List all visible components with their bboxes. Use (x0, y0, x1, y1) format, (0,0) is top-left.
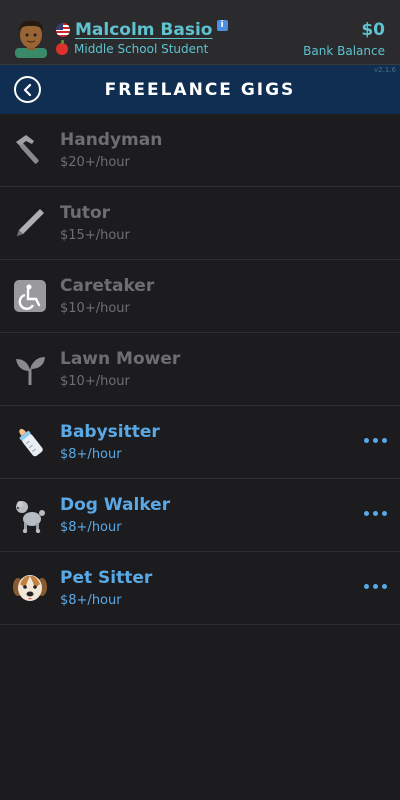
balance-label: Bank Balance (303, 44, 385, 58)
gig-row-handyman[interactable]: Handyman $20+/hour (0, 114, 400, 187)
dog-face-icon (0, 570, 60, 606)
info-icon[interactable]: i (216, 19, 228, 31)
gig-title: Pet Sitter (60, 568, 153, 588)
pencil-icon (0, 205, 60, 241)
gig-rate: $8+/hour (60, 447, 122, 462)
gig-row-tutor[interactable]: Tutor $15+/hour (0, 187, 400, 260)
player-name[interactable]: Malcolm Basio (75, 20, 213, 40)
version-label: v2.1.6 (374, 66, 396, 74)
gig-rate: $15+/hour (60, 228, 130, 243)
title-bar: FREELANCE GIGS (0, 65, 400, 114)
bank-balance: $0 Bank Balance (303, 20, 385, 58)
gig-list: Handyman $20+/hour Tutor $15+/hour Caret (0, 114, 400, 625)
gig-row-caretaker[interactable]: Caretaker $10+/hour (0, 260, 400, 333)
gig-rate: $10+/hour (60, 301, 130, 316)
gig-rate: $10+/hour (60, 374, 130, 389)
wheelchair-icon (0, 278, 60, 314)
gig-rate: $8+/hour (60, 520, 122, 535)
gig-title: Lawn Mower (60, 349, 181, 369)
avatar[interactable] (12, 18, 50, 58)
chevron-left-icon (23, 83, 31, 96)
hammer-icon (0, 132, 60, 168)
gig-row-babysitter[interactable]: Babysitter $8+/hour (0, 406, 400, 479)
back-button[interactable] (14, 76, 41, 103)
gig-row-pet-sitter[interactable]: Pet Sitter $8+/hour (0, 552, 400, 625)
baby-bottle-icon (0, 424, 60, 460)
gig-title: Caretaker (60, 276, 155, 296)
gig-title: Handyman (60, 130, 163, 150)
gig-row-lawn-mower[interactable]: Lawn Mower $10+/hour (0, 333, 400, 406)
gig-row-dog-walker[interactable]: Dog Walker $8+/hour (0, 479, 400, 552)
gig-title: Babysitter (60, 422, 160, 442)
page-title: FREELANCE GIGS (104, 79, 296, 100)
apple-icon (56, 40, 68, 55)
gig-rate: $8+/hour (60, 593, 122, 608)
poodle-icon (0, 497, 60, 533)
us-flag-icon (56, 23, 70, 37)
gig-title: Tutor (60, 203, 111, 223)
balance-amount: $0 (361, 20, 385, 40)
profile-header: Malcolm Basio i Middle School Student $0… (0, 0, 400, 65)
player-role: Middle School Student (74, 42, 209, 56)
seedling-icon (0, 351, 60, 387)
more-options-button[interactable] (364, 438, 387, 443)
more-options-button[interactable] (364, 511, 387, 516)
gig-title: Dog Walker (60, 495, 171, 515)
gig-rate: $20+/hour (60, 155, 130, 170)
more-options-button[interactable] (364, 584, 387, 589)
